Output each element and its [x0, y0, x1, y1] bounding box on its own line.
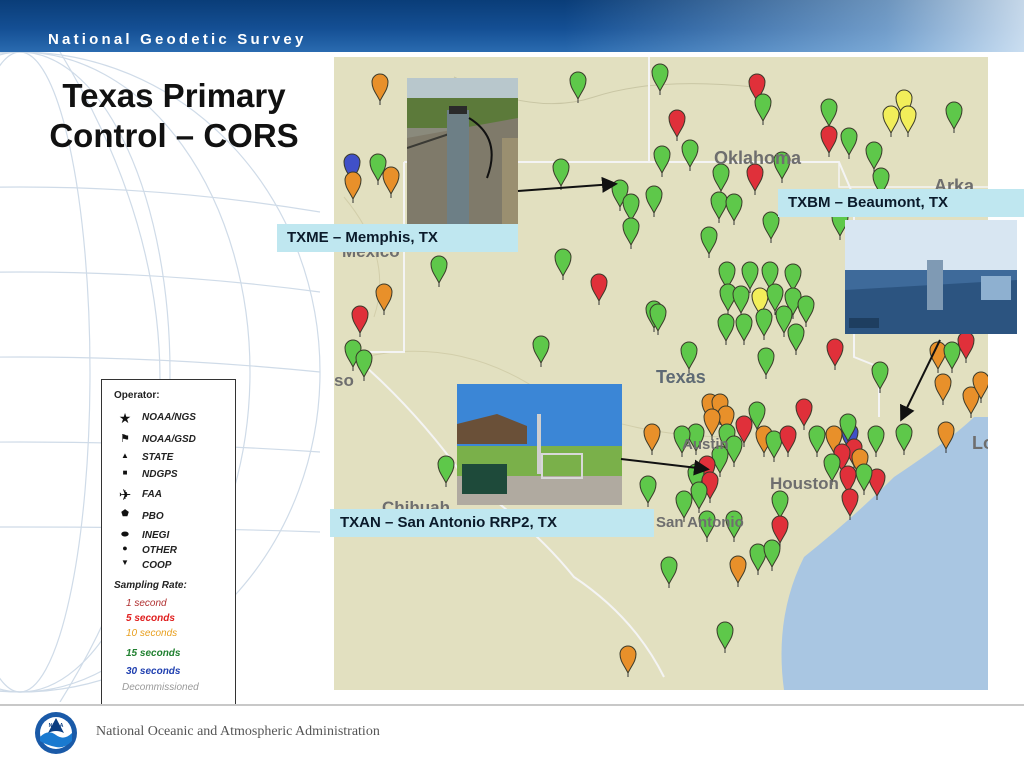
- label-houston: Houston: [770, 474, 839, 493]
- triangle-down-icon: ▼: [121, 558, 129, 567]
- footer-org-name: National Oceanic and Atmospheric Adminis…: [96, 724, 380, 739]
- label-austin: Austin: [682, 436, 729, 453]
- label-texas: Texas: [656, 367, 706, 387]
- legend-operator-0: NOAA/NGS: [142, 412, 196, 423]
- triangle-up-icon: ▲: [121, 451, 129, 460]
- map-legend: Operator: ★ NOAA/NGS ⚑ NOAA/GSD ▲ STATE …: [101, 379, 236, 706]
- beaumont-station-photo: [845, 220, 1017, 334]
- title-line-2: Control – CORS: [49, 117, 299, 154]
- legend-operator-2: STATE: [142, 452, 174, 463]
- legend-operator-title: Operator:: [114, 390, 160, 401]
- slide-title: Texas Primary Control – CORS: [14, 76, 334, 156]
- callout-san-antonio: TXAN – San Antonio RRP2, TX: [330, 509, 654, 537]
- legend-operator-6: INEGI: [142, 530, 170, 541]
- legend-operator-3: NDGPS: [142, 469, 178, 480]
- callout-beaumont: TXBM – Beaumont, TX: [778, 189, 1024, 217]
- label-oklahoma: Oklahoma: [714, 148, 802, 168]
- agency-name: National Geodetic Survey: [48, 31, 307, 48]
- circle-icon: ●: [122, 543, 128, 553]
- legend-rate-1s: 1 second: [126, 598, 167, 609]
- noaa-logo: NOAA: [35, 712, 77, 754]
- legend-rate-decommissioned: Decommissioned: [122, 682, 199, 693]
- airplane-icon: ✈: [118, 487, 132, 504]
- star-icon: ★: [118, 410, 132, 426]
- footer-divider: [0, 704, 1024, 706]
- legend-operator-8: COOP: [142, 560, 172, 571]
- legend-operator-5: PBO: [142, 511, 164, 522]
- ellipse-icon: ⬬: [121, 529, 129, 539]
- legend-rate-10s: 10 seconds: [126, 628, 178, 639]
- legend-operator-4: FAA: [142, 489, 162, 500]
- callout-memphis: TXME – Memphis, TX: [277, 224, 518, 252]
- pentagon-icon: ⬟: [121, 508, 129, 518]
- legend-operator-7: OTHER: [142, 545, 177, 556]
- legend-sampling-title: Sampling Rate:: [114, 580, 187, 591]
- noaa-logo-text: NOAA: [49, 723, 64, 729]
- memphis-station-photo: [407, 78, 518, 224]
- square-icon: ■: [122, 468, 128, 477]
- legend-rate-30s: 30 seconds: [126, 666, 181, 677]
- title-line-1: Texas Primary: [62, 77, 286, 114]
- legend-rate-5s: 5 seconds: [126, 613, 175, 624]
- legend-rate-15s: 15 seconds: [126, 648, 181, 659]
- legend-operator-1: NOAA/GSD: [142, 434, 196, 445]
- label-louisiana: Lo: [972, 433, 988, 453]
- san-antonio-station-photo: [457, 384, 622, 505]
- flag-icon: ⚑: [120, 433, 130, 445]
- label-san-antonio: San Antonio: [656, 514, 744, 531]
- label-so: so: [334, 371, 354, 390]
